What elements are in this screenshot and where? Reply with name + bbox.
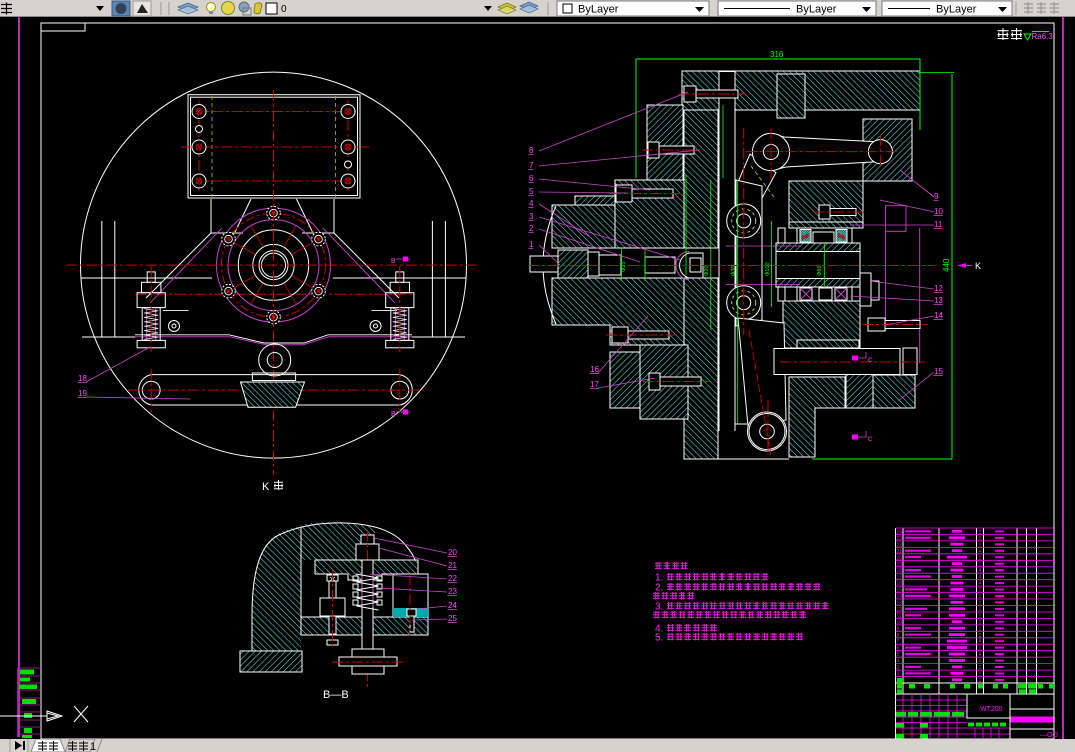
svg-text:15: 15 — [934, 367, 943, 376]
svg-text:1: 1 — [529, 240, 534, 249]
svg-text:19: 19 — [897, 562, 903, 568]
svg-text:6: 6 — [897, 646, 900, 652]
svg-text:12: 12 — [897, 607, 903, 613]
svg-text:23: 23 — [897, 536, 903, 542]
svg-text:2: 2 — [897, 672, 900, 678]
svg-text:24: 24 — [897, 530, 903, 536]
svg-text:12: 12 — [934, 284, 943, 293]
svg-text:4: 4 — [979, 652, 982, 658]
svg-text:B: B — [391, 411, 396, 418]
svg-text:5.: 5. — [655, 633, 663, 644]
svg-text:9: 9 — [934, 192, 939, 201]
svg-text:4: 4 — [979, 549, 982, 555]
svg-text:1: 1 — [979, 555, 982, 561]
svg-text:14: 14 — [934, 311, 943, 320]
svg-text:1: 1 — [979, 530, 982, 536]
svg-text:WT200: WT200 — [980, 706, 1003, 713]
svg-text:4: 4 — [529, 199, 534, 208]
svg-text:8: 8 — [897, 633, 900, 639]
svg-text:11: 11 — [934, 220, 943, 229]
svg-text:20: 20 — [448, 548, 457, 557]
svg-text:2: 2 — [979, 588, 982, 594]
svg-text:3: 3 — [529, 212, 534, 221]
svg-text:1: 1 — [979, 626, 982, 632]
svg-text:1: 1 — [979, 594, 982, 600]
svg-text:2: 2 — [529, 224, 534, 233]
svg-text:4: 4 — [979, 639, 982, 645]
svg-text:22: 22 — [448, 574, 457, 583]
svg-text:1: 1 — [979, 613, 982, 619]
svg-text:5: 5 — [897, 652, 900, 658]
svg-text:Φ30: Φ30 — [731, 265, 737, 276]
svg-text:K: K — [975, 261, 981, 271]
svg-text:2.: 2. — [655, 583, 663, 594]
svg-text:16: 16 — [897, 581, 903, 587]
svg-text:13: 13 — [934, 296, 943, 305]
svg-text:1: 1 — [90, 741, 96, 752]
svg-text:1: 1 — [979, 633, 982, 639]
svg-text:21: 21 — [897, 549, 903, 555]
svg-text:ByLayer: ByLayer — [796, 4, 837, 16]
svg-text:18: 18 — [897, 568, 903, 574]
svg-text:K: K — [262, 481, 270, 493]
svg-text:316: 316 — [770, 50, 784, 59]
svg-text:5: 5 — [529, 187, 534, 196]
svg-text:1: 1 — [979, 672, 982, 678]
svg-text:7: 7 — [529, 161, 534, 170]
svg-text:1: 1 — [979, 607, 982, 613]
svg-text:17: 17 — [897, 575, 903, 581]
svg-text:B—B: B—B — [323, 689, 349, 701]
svg-text:19: 19 — [78, 389, 87, 398]
svg-text:Φ20: Φ20 — [704, 265, 710, 276]
svg-text:Φ25: Φ25 — [621, 261, 627, 272]
svg-text:c: c — [868, 355, 872, 364]
svg-text:21: 21 — [448, 561, 457, 570]
svg-text:1: 1 — [979, 665, 982, 671]
svg-text:Ra6.3: Ra6.3 — [1032, 32, 1054, 41]
svg-text:1: 1 — [979, 562, 982, 568]
svg-text:22: 22 — [897, 542, 903, 548]
svg-text:Φ65: Φ65 — [817, 265, 823, 276]
svg-text:ByLayer: ByLayer — [578, 4, 619, 16]
svg-text:18: 18 — [78, 374, 87, 383]
svg-text:4: 4 — [979, 575, 982, 581]
svg-text:1: 1 — [979, 646, 982, 652]
svg-text:11: 11 — [897, 613, 902, 619]
svg-text:6: 6 — [529, 174, 534, 183]
svg-text:7: 7 — [897, 639, 900, 645]
svg-text:4: 4 — [897, 659, 900, 665]
svg-text:10: 10 — [897, 620, 903, 626]
svg-text:2: 2 — [979, 620, 982, 626]
svg-text:4: 4 — [979, 568, 982, 574]
svg-text:4: 4 — [979, 581, 982, 587]
svg-text:8: 8 — [529, 146, 534, 155]
svg-text:ByLayer: ByLayer — [936, 4, 977, 16]
svg-text:4: 4 — [979, 659, 982, 665]
svg-text:13: 13 — [897, 601, 903, 607]
svg-text:—OO: —OO — [1040, 732, 1058, 739]
svg-text:16: 16 — [590, 365, 599, 374]
svg-text:14: 14 — [897, 594, 903, 600]
svg-text:B: B — [391, 258, 396, 265]
svg-text:0: 0 — [281, 4, 287, 15]
svg-text:440: 440 — [942, 258, 951, 272]
svg-text:3.: 3. — [655, 602, 663, 613]
svg-text:24: 24 — [448, 601, 457, 610]
svg-text:10: 10 — [934, 207, 943, 216]
svg-text:1: 1 — [979, 536, 982, 542]
svg-text:9: 9 — [897, 626, 900, 632]
svg-text:25: 25 — [448, 614, 457, 623]
svg-text:3: 3 — [897, 665, 900, 671]
svg-text:20: 20 — [897, 555, 903, 561]
svg-text:Φ100: Φ100 — [765, 262, 771, 276]
svg-text:2: 2 — [979, 601, 982, 607]
svg-text:1: 1 — [979, 542, 982, 548]
svg-text:c: c — [868, 434, 872, 443]
svg-text:17: 17 — [590, 380, 599, 389]
svg-text:15: 15 — [897, 588, 903, 594]
svg-text:23: 23 — [448, 587, 457, 596]
